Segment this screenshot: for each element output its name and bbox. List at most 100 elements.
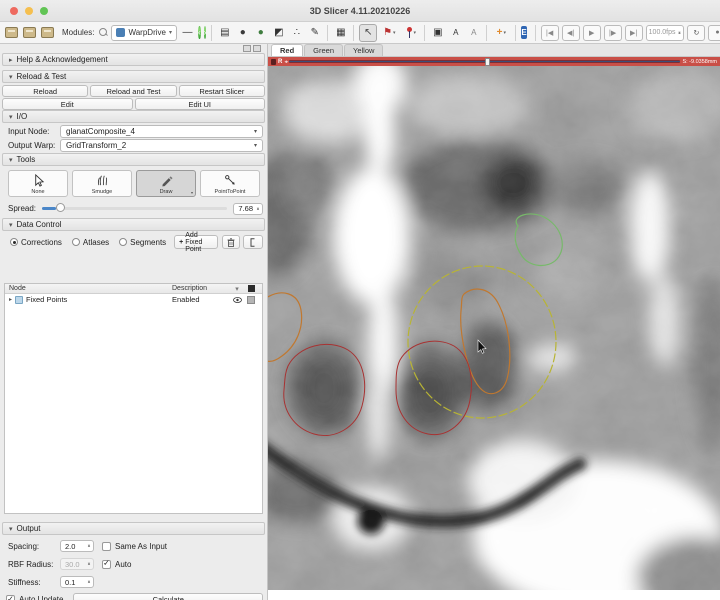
tool-draw-button[interactable]: Draw ▾ bbox=[136, 170, 196, 197]
section-reload-test[interactable]: ▾ Reload & Test bbox=[2, 70, 265, 83]
same-as-input-checkbox[interactable] bbox=[102, 542, 111, 551]
radio-corrections[interactable] bbox=[10, 238, 18, 246]
nodes-icon[interactable]: ∴ bbox=[289, 25, 304, 40]
auto-update-checkbox[interactable]: ✓ bbox=[6, 595, 15, 600]
tool-none-button[interactable]: None bbox=[8, 170, 68, 197]
close-button[interactable] bbox=[10, 7, 18, 15]
panel-pin-icon[interactable] bbox=[243, 45, 251, 52]
seq-loop-button[interactable]: ↻ bbox=[687, 25, 705, 41]
zoom-button[interactable] bbox=[40, 7, 48, 15]
tool-pointtopoint-button[interactable]: PointToPoint bbox=[200, 170, 260, 197]
view-3d-icon[interactable]: ● bbox=[235, 25, 250, 40]
spread-spinbox[interactable]: 7.68 ▲▼ bbox=[233, 203, 263, 215]
trash-icon bbox=[227, 238, 235, 247]
section-tools[interactable]: ▾ Tools bbox=[2, 153, 265, 166]
reload-and-test-button[interactable]: Reload and Test bbox=[90, 85, 176, 97]
traffic-lights[interactable] bbox=[10, 7, 48, 15]
output-warp-value: GridTransform_2 bbox=[66, 141, 126, 150]
col-node[interactable]: Node bbox=[9, 285, 172, 292]
col-visibility[interactable]: ▾ bbox=[230, 285, 244, 293]
section-data-control[interactable]: ▾ Data Control bbox=[2, 218, 265, 231]
flag-icon: ⚑ bbox=[383, 27, 392, 38]
atlas-icon[interactable]: ● bbox=[253, 25, 268, 40]
visibility-toggle[interactable] bbox=[230, 297, 244, 303]
spread-slider-handle[interactable] bbox=[56, 203, 65, 212]
place-flag-button[interactable]: ⚑ ▾ bbox=[380, 24, 398, 42]
pen-icon[interactable]: ✎ bbox=[307, 25, 322, 40]
load-data-icon[interactable] bbox=[4, 25, 19, 40]
calculate-button[interactable]: Calculate bbox=[73, 593, 263, 600]
pin-icon[interactable] bbox=[271, 59, 276, 65]
tool-smudge-button[interactable]: Smudge bbox=[72, 170, 132, 197]
load-dicom-icon[interactable] bbox=[22, 25, 37, 40]
radio-corrections-label: Corrections bbox=[21, 238, 62, 247]
seq-last-frame-button[interactable]: ▶| bbox=[625, 25, 643, 41]
edit-button[interactable]: Edit bbox=[2, 98, 133, 110]
slice-offset-slider[interactable] bbox=[289, 60, 680, 63]
expand-arrow-icon[interactable]: ▸ bbox=[9, 296, 12, 303]
pointer-mode-button[interactable]: ↖ bbox=[359, 24, 377, 42]
seq-next-frame-button[interactable]: |▶ bbox=[604, 25, 622, 41]
seq-play-button[interactable]: ▶ bbox=[583, 25, 601, 41]
seq-record-button[interactable]: ● bbox=[708, 25, 720, 41]
corrections-table: Node Description ▾ ▸ Fixed Points Enable… bbox=[4, 283, 263, 514]
output-warp-selector[interactable]: GridTransform_2 ▾ bbox=[60, 139, 263, 152]
section-io[interactable]: ▾ I/O bbox=[2, 110, 265, 123]
tab-yellow[interactable]: Yellow bbox=[344, 44, 383, 56]
module-search-icon[interactable] bbox=[99, 28, 108, 37]
annotation-visible-icon[interactable]: A bbox=[448, 25, 463, 40]
extensions-manager-icon[interactable]: E bbox=[521, 26, 526, 39]
tool-none-label: None bbox=[31, 189, 44, 195]
section-reload-test-label: Reload & Test bbox=[17, 72, 67, 81]
fps-spinbox[interactable]: 100.0fps ▲▼ bbox=[646, 25, 685, 41]
input-node-selector[interactable]: glanatComposite_4 ▾ bbox=[60, 125, 263, 138]
module-forward-button[interactable]: › bbox=[204, 26, 207, 39]
layout-selector-icon[interactable]: ▦ bbox=[333, 25, 348, 40]
crosshair-button[interactable]: + ▾ bbox=[492, 24, 510, 42]
view-menu-icon[interactable]: ◂▸ bbox=[284, 59, 287, 65]
seq-first-frame-button[interactable]: |◀ bbox=[541, 25, 559, 41]
add-fixed-point-button[interactable]: + Add Fixed Point bbox=[174, 235, 218, 249]
fps-value: 100.0fps bbox=[649, 29, 676, 36]
tab-green[interactable]: Green bbox=[304, 44, 343, 56]
tool-smudge-label: Smudge bbox=[92, 189, 113, 195]
tab-red[interactable]: Red bbox=[271, 44, 303, 56]
table-header[interactable]: Node Description ▾ bbox=[5, 284, 262, 294]
seq-prev-frame-button[interactable]: ◀| bbox=[562, 25, 580, 41]
reload-button[interactable]: Reload bbox=[2, 85, 88, 97]
mri-slice-image[interactable] bbox=[268, 66, 720, 590]
save-data-icon[interactable] bbox=[40, 25, 55, 40]
auto-checkbox[interactable]: ✓ bbox=[102, 560, 111, 569]
screenshot-icon[interactable]: ▣ bbox=[430, 25, 445, 40]
slice-offset-handle[interactable] bbox=[485, 58, 490, 66]
module-selector[interactable]: WarpDrive ▾ bbox=[111, 25, 177, 41]
same-as-input-label: Same As Input bbox=[115, 542, 167, 551]
stiffness-spinbox[interactable]: 0.1 ▲▼ bbox=[60, 576, 94, 588]
rbf-radius-spinbox: 30.0 ▲▼ bbox=[60, 558, 94, 570]
minimize-button[interactable] bbox=[25, 7, 33, 15]
panel-undock-icon[interactable] bbox=[253, 45, 261, 52]
spacing-spinbox[interactable]: 2.0 ▲▼ bbox=[60, 540, 94, 552]
col-description[interactable]: Description bbox=[172, 285, 230, 292]
section-output[interactable]: ▾ Output bbox=[2, 522, 265, 535]
slice-controller-bar[interactable]: R ◂▸ S: -9.0358mm bbox=[268, 57, 720, 66]
module-list-icon[interactable]: ▤ bbox=[217, 25, 232, 40]
col-color[interactable] bbox=[244, 285, 258, 292]
delete-button[interactable] bbox=[222, 235, 240, 249]
module-back-button[interactable]: ‹ bbox=[198, 26, 201, 39]
table-row[interactable]: ▸ Fixed Points Enabled bbox=[5, 294, 262, 305]
spread-value: 7.68 bbox=[238, 204, 253, 213]
radio-segments[interactable] bbox=[119, 238, 127, 246]
edit-ui-button[interactable]: Edit UI bbox=[135, 98, 266, 110]
restart-slicer-button[interactable]: Restart Slicer bbox=[179, 85, 265, 97]
spread-slider[interactable] bbox=[42, 207, 227, 210]
main-toolbar: Modules: WarpDrive ▾ — ‹ › ▤ ● ● ◩ ∴ ✎ ▦… bbox=[0, 22, 720, 44]
radio-atlases[interactable] bbox=[72, 238, 80, 246]
paint-icon[interactable]: ◩ bbox=[271, 25, 286, 40]
preview-button[interactable] bbox=[243, 235, 263, 249]
section-help[interactable]: ▸ Help & Acknowledgement bbox=[2, 53, 265, 66]
annotation-hidden-icon[interactable]: A bbox=[466, 25, 481, 40]
module-history-icon[interactable]: — bbox=[180, 25, 195, 40]
place-marker-button[interactable]: ▾ bbox=[401, 24, 419, 42]
color-swatch[interactable] bbox=[244, 296, 258, 304]
